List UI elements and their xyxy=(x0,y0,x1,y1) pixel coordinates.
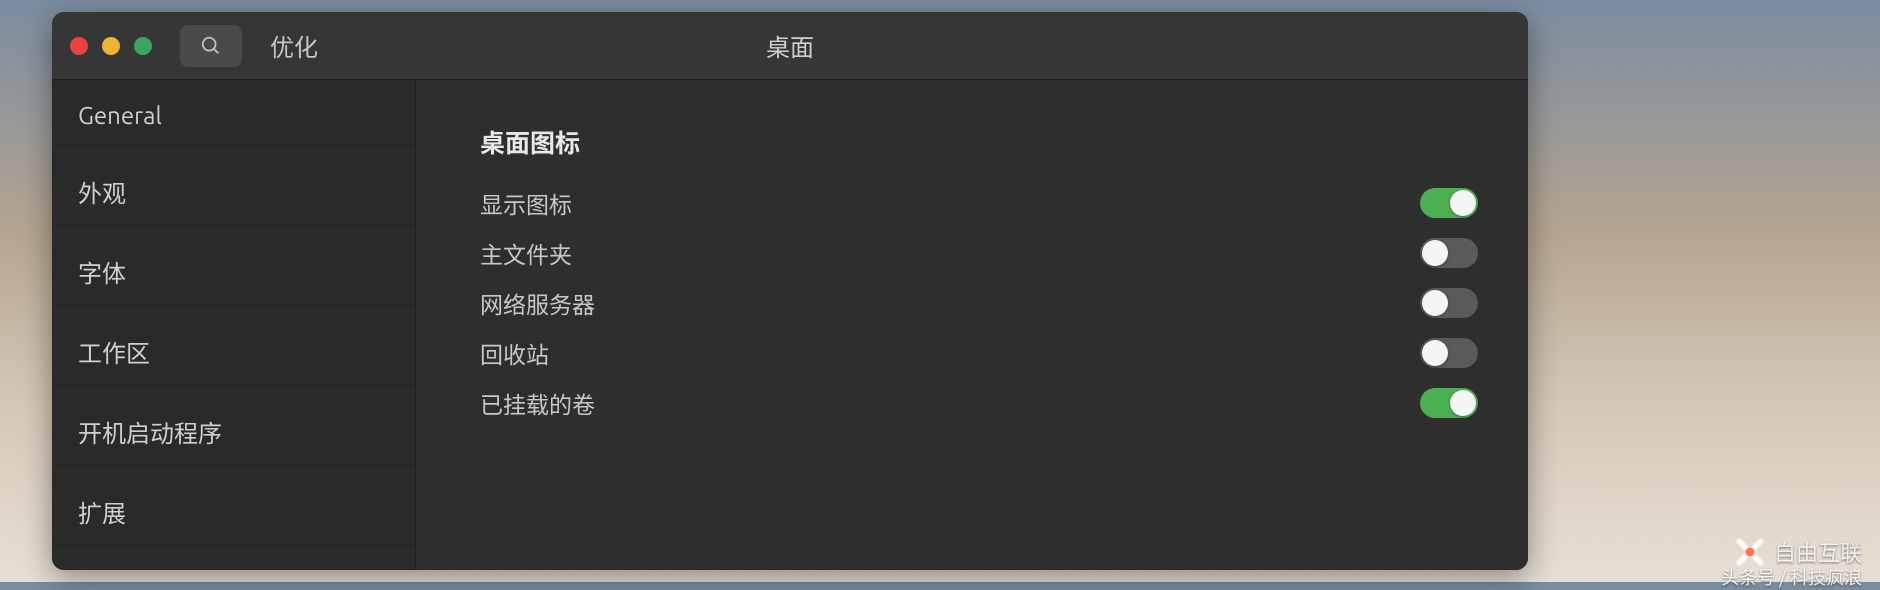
setting-row-network: 网络服务器 xyxy=(480,278,1478,328)
sidebar-item-label: 工作区 xyxy=(78,340,150,367)
setting-label: 显示图标 xyxy=(480,186,572,220)
section-title: 桌面图标 xyxy=(480,124,1478,160)
setting-label: 回收站 xyxy=(480,336,549,370)
toggle-knob xyxy=(1450,390,1476,416)
main-panel: 桌面图标 显示图标 主文件夹 网络服务器 回收站 已挂载的卷 xyxy=(416,80,1528,570)
sidebar-item-workspaces[interactable]: 工作区 xyxy=(52,312,415,392)
setting-row-mounted: 已挂载的卷 xyxy=(480,378,1478,428)
search-icon xyxy=(200,35,222,57)
sidebar-item-label: 扩展 xyxy=(78,500,126,527)
window-title: 桌面 xyxy=(766,28,814,63)
setting-row-show-icons: 显示图标 xyxy=(480,178,1478,228)
titlebar: 优化 桌面 xyxy=(52,12,1528,80)
setting-label: 主文件夹 xyxy=(480,236,572,270)
toggle-trash[interactable] xyxy=(1420,338,1478,368)
sidebar-item-label: 外观 xyxy=(78,180,126,207)
sidebar-item-label: 字体 xyxy=(78,260,126,287)
toggle-knob xyxy=(1450,190,1476,216)
minimize-button[interactable] xyxy=(102,37,120,55)
toggle-mounted[interactable] xyxy=(1420,388,1478,418)
setting-row-trash: 回收站 xyxy=(480,328,1478,378)
watermark-subtitle: 头条号 / 科技疯浪 xyxy=(1721,564,1862,590)
search-button[interactable] xyxy=(180,25,242,67)
toggle-home[interactable] xyxy=(1420,238,1478,268)
maximize-button[interactable] xyxy=(134,37,152,55)
sidebar-item-startup[interactable]: 开机启动程序 xyxy=(52,392,415,472)
sidebar-item-appearance[interactable]: 外观 xyxy=(52,152,415,232)
toggle-knob xyxy=(1422,290,1448,316)
sidebar: General 外观 字体 工作区 开机启动程序 扩展 xyxy=(52,80,416,570)
content-area: General 外观 字体 工作区 开机启动程序 扩展 桌面图标 显示图标 主文… xyxy=(52,80,1528,570)
close-button[interactable] xyxy=(70,37,88,55)
setting-row-home: 主文件夹 xyxy=(480,228,1478,278)
app-window: 优化 桌面 General 外观 字体 工作区 开机启动程序 扩展 桌面图标 显… xyxy=(52,12,1528,570)
setting-label: 已挂载的卷 xyxy=(480,386,595,420)
app-title: 优化 xyxy=(270,28,318,63)
sidebar-item-extensions[interactable]: 扩展 xyxy=(52,472,415,552)
window-controls xyxy=(70,37,152,55)
setting-label: 网络服务器 xyxy=(480,286,595,320)
toggle-network[interactable] xyxy=(1420,288,1478,318)
toggle-show-icons[interactable] xyxy=(1420,188,1478,218)
sidebar-item-general[interactable]: General xyxy=(52,80,415,152)
sidebar-item-label: 开机启动程序 xyxy=(78,420,222,447)
sidebar-item-label: General xyxy=(78,102,162,129)
toggle-knob xyxy=(1422,340,1448,366)
sidebar-item-fonts[interactable]: 字体 xyxy=(52,232,415,312)
toggle-knob xyxy=(1422,240,1448,266)
